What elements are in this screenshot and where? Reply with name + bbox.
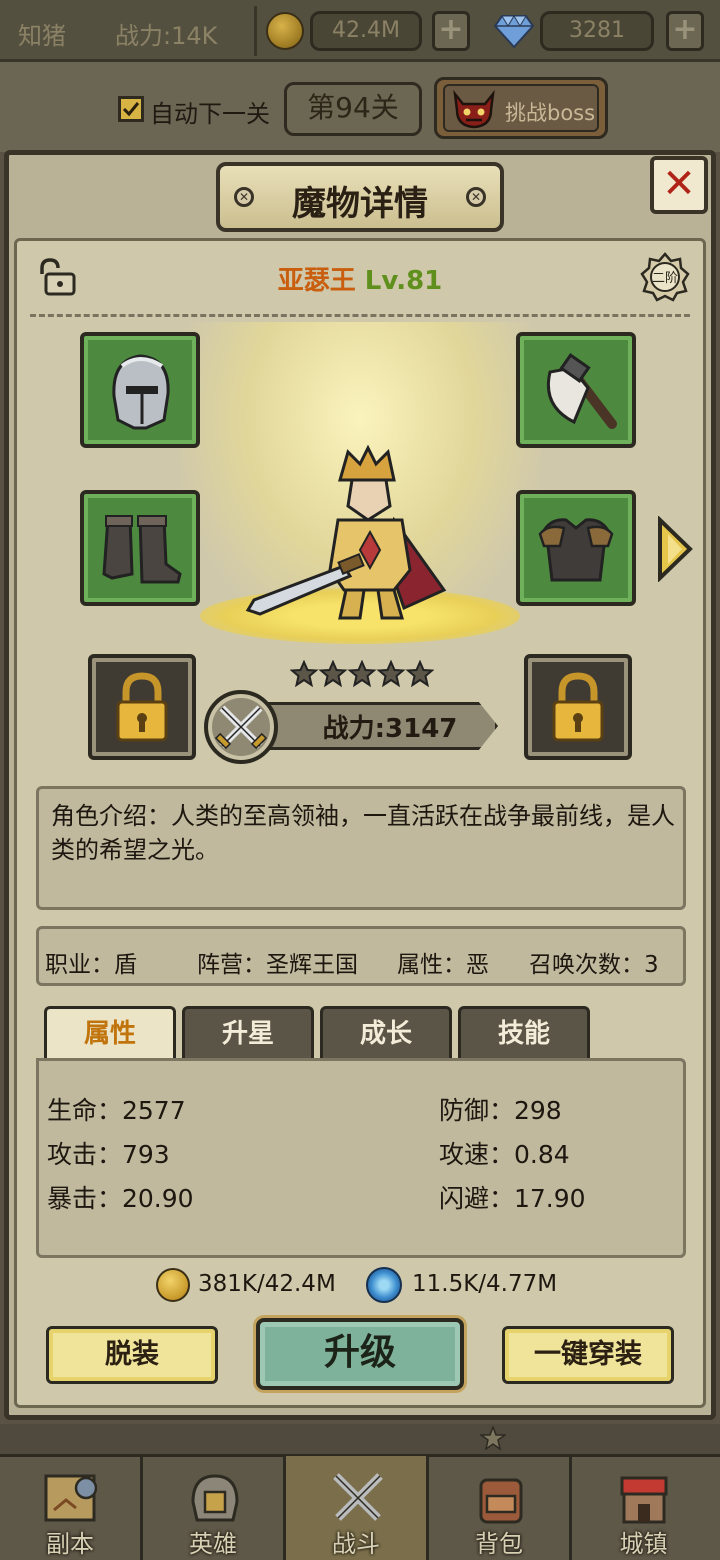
rank-label: 二阶 — [651, 271, 678, 286]
auto-next-checkbox[interactable] — [118, 96, 144, 122]
gold-coin-icon — [156, 1268, 190, 1302]
nav-backpack[interactable]: 背包 — [429, 1456, 572, 1560]
nav-label: 背包 — [475, 1530, 523, 1558]
stat-hp: 生命：2577 — [47, 1096, 186, 1125]
map-scroll-icon — [44, 1474, 98, 1522]
auto-equip-button[interactable]: 一键穿装 — [502, 1326, 674, 1384]
nav-label: 副本 — [46, 1530, 94, 1558]
crossed-swords-icon — [214, 705, 268, 750]
padlock-icon — [552, 672, 604, 742]
essence-cost: 11.5K/4.77M — [412, 1271, 558, 1297]
stage-number[interactable]: 第94关 — [284, 82, 422, 136]
unequip-button[interactable]: 脱装 — [46, 1326, 218, 1384]
equip-slot-boots[interactable] — [80, 490, 200, 606]
helmet-icon — [191, 1474, 239, 1522]
star-icon — [347, 660, 377, 688]
diamond-icon — [494, 15, 534, 48]
equip-slot-helmet[interactable] — [80, 332, 200, 448]
stat-crit: 暴击：20.90 — [47, 1184, 194, 1213]
nav-label: 英雄 — [189, 1530, 237, 1558]
bolt-icon: ✕ — [466, 187, 486, 207]
hero-class: 职业：盾 — [45, 952, 137, 978]
challenge-boss-button[interactable]: 挑战boss — [434, 77, 608, 139]
stat-dodge: 闪避：17.90 — [439, 1184, 586, 1213]
close-button[interactable]: ✕ — [650, 156, 708, 214]
demon-face-icon — [453, 90, 495, 129]
hero-power: 战力:3147 — [322, 714, 458, 744]
stat-attack-speed: 攻速：0.84 — [439, 1140, 570, 1169]
star-icon — [480, 1426, 506, 1450]
hero-info-row: 职业：盾 阵营：圣辉王国 属性：恶 召唤次数：3 — [36, 926, 686, 986]
add-coins-button[interactable]: + — [432, 11, 470, 51]
hero-name: 亚瑟王 — [277, 266, 356, 296]
stats-box: 生命：2577 防御：298 攻击：793 攻速：0.84 暴击：20.90 闪… — [36, 1058, 686, 1258]
top-bar: 知猪 战力:14K 42.4M + 3281 + — [0, 0, 720, 62]
town-icon — [620, 1476, 668, 1524]
power-emblem — [204, 690, 278, 764]
star-rating — [290, 660, 434, 688]
nav-label: 城镇 — [619, 1530, 668, 1558]
star-icon — [376, 660, 406, 688]
star-icon — [318, 660, 348, 688]
crossed-swords-icon — [333, 1473, 383, 1521]
padlock-icon — [116, 672, 168, 742]
tab-attributes[interactable]: 属性 — [44, 1006, 176, 1060]
equip-slot-armor[interactable] — [516, 490, 636, 606]
helmet-icon — [112, 354, 170, 430]
nav-label: 战斗 — [332, 1530, 380, 1558]
locked-slot-left[interactable] — [88, 654, 196, 760]
upgrade-button[interactable]: 升级 — [256, 1318, 464, 1390]
equip-slot-weapon[interactable] — [516, 332, 636, 448]
panel-title: 魔物详情 — [292, 184, 428, 224]
nav-battle[interactable]: 战斗 — [286, 1456, 429, 1560]
nav-dungeon[interactable]: 副本 — [0, 1456, 143, 1560]
auto-next-label: 自动下一关 — [150, 100, 270, 128]
coin-icon — [266, 12, 304, 50]
challenge-boss-label: 挑战boss — [505, 101, 596, 125]
gem-amount: 3281 — [540, 11, 654, 51]
add-gems-button[interactable]: + — [666, 11, 704, 51]
axe-icon — [546, 353, 617, 429]
hero-level: Lv.81 — [364, 266, 443, 296]
gold-cost: 381K/42.4M — [198, 1271, 336, 1297]
next-hero-arrow-icon[interactable] — [656, 516, 694, 582]
nav-heroes[interactable]: 英雄 — [143, 1456, 286, 1560]
title-plate: ✕ 魔物详情 ✕ — [216, 162, 504, 232]
hero-description: 角色介绍：人类的至高领袖，一直活跃在战争最前线，是人类的希望之光。 — [51, 802, 675, 864]
nav-town[interactable]: 城镇 — [572, 1456, 715, 1560]
tab-skills[interactable]: 技能 — [458, 1006, 590, 1060]
hero-knight-sprite — [245, 444, 447, 620]
hero-faction: 阵营：圣辉王国 — [197, 952, 358, 978]
stat-attack: 攻击：793 — [47, 1140, 170, 1169]
dashed-divider — [30, 314, 690, 317]
tab-star-up[interactable]: 升星 — [182, 1006, 314, 1060]
tab-growth[interactable]: 成长 — [320, 1006, 452, 1060]
boots-icon — [102, 515, 182, 584]
coin-amount: 42.4M — [310, 11, 422, 51]
backpack-icon — [479, 1478, 523, 1524]
player-power: 战力:14K — [115, 22, 218, 50]
hero-attribute: 属性：恶 — [397, 952, 489, 978]
description-box: 角色介绍：人类的至高领袖，一直活跃在战争最前线，是人类的希望之光。 — [36, 786, 686, 910]
star-icon — [405, 660, 434, 688]
hero-name-level: 亚瑟王 Lv.81 — [0, 260, 720, 297]
star-icon — [290, 660, 319, 688]
divider — [254, 6, 257, 56]
summon-count: 召唤次数：3 — [529, 952, 659, 978]
checkmark-icon — [122, 102, 140, 117]
player-name: 知猪 — [18, 22, 66, 50]
locked-slot-right[interactable] — [524, 654, 632, 760]
rank-badge[interactable]: 二阶 — [640, 252, 690, 302]
essence-swirl-icon — [366, 1267, 402, 1303]
stat-defense: 防御：298 — [439, 1096, 562, 1125]
chest-armor-icon — [538, 518, 614, 582]
